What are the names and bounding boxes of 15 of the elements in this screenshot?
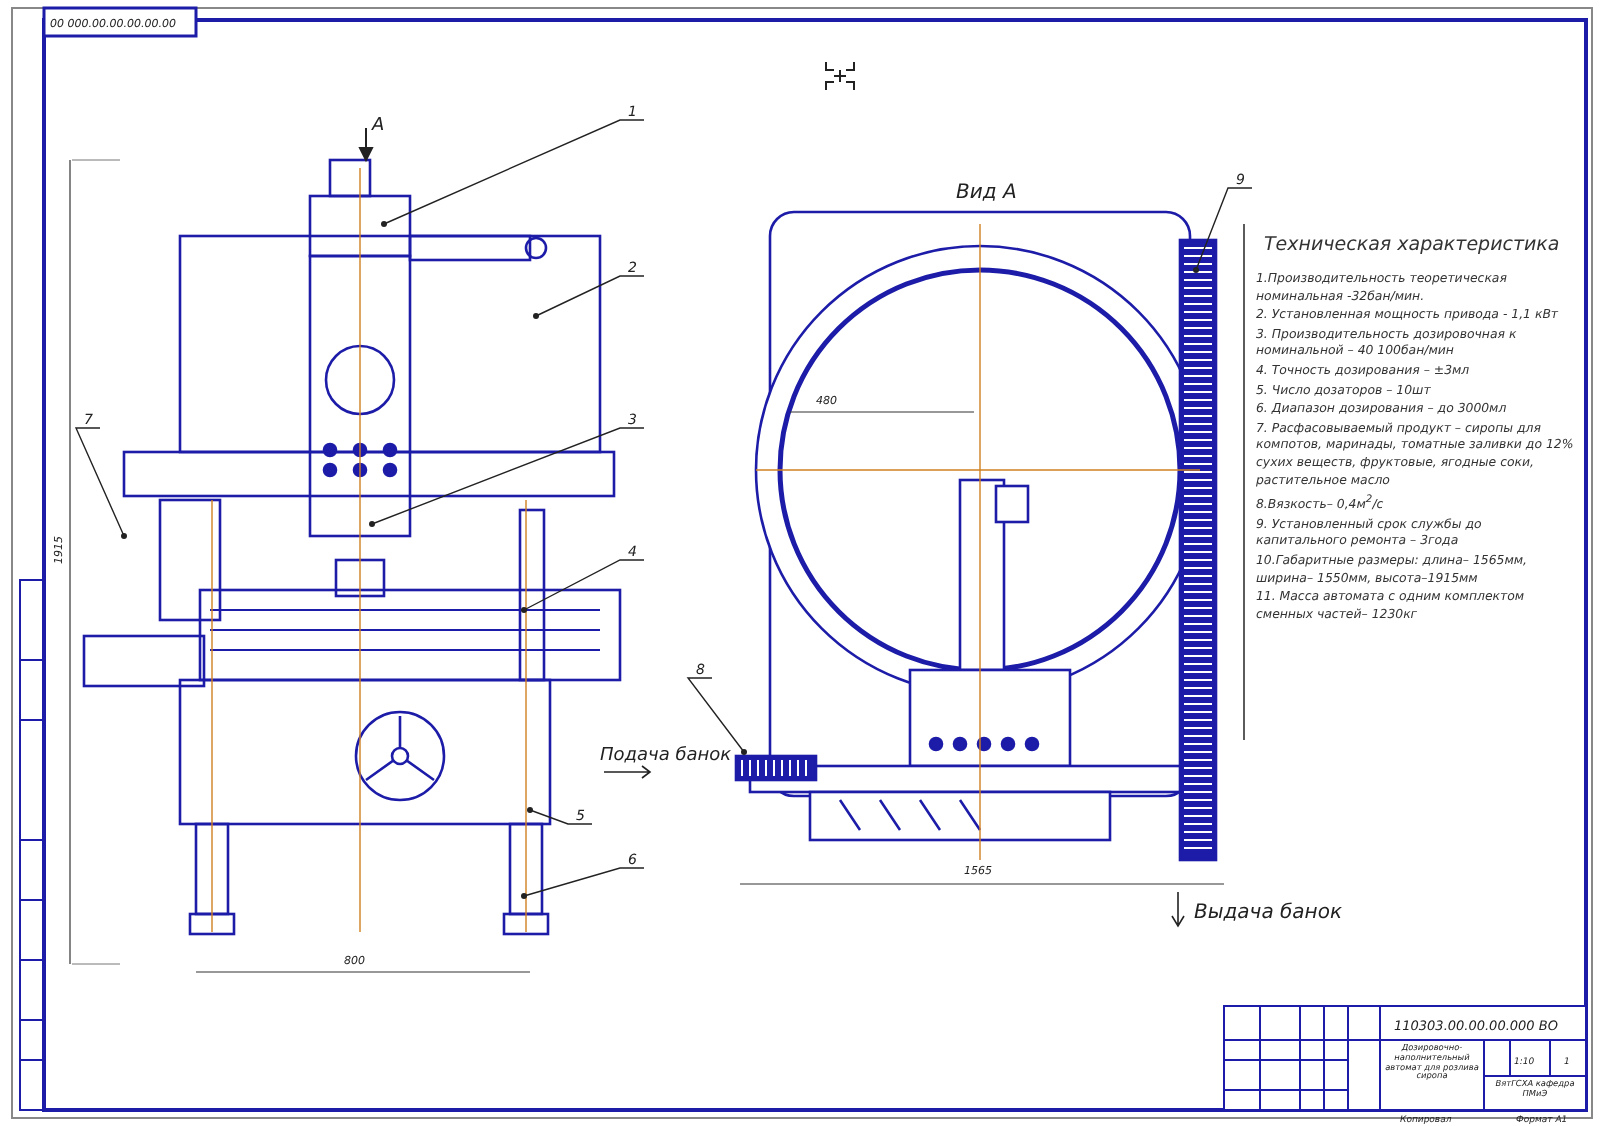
flow-arrow <box>603 765 652 779</box>
flow-label: Подача банок <box>600 746 732 766</box>
specs-title: Техническая характеристика <box>1264 234 1560 256</box>
crosshair-icon <box>825 61 855 91</box>
leader-line <box>521 559 645 613</box>
view-title: Вид А <box>956 182 1017 204</box>
leader-line <box>74 427 127 539</box>
leader-line <box>521 867 645 899</box>
view-direction-label: А <box>372 116 385 136</box>
view-direction-arrow <box>358 127 374 163</box>
leader-line <box>527 807 593 825</box>
flow-label: Выдача банок <box>1194 902 1343 924</box>
leader-line <box>1193 187 1253 273</box>
leader-line <box>533 275 645 319</box>
flow-arrow <box>1171 891 1185 928</box>
